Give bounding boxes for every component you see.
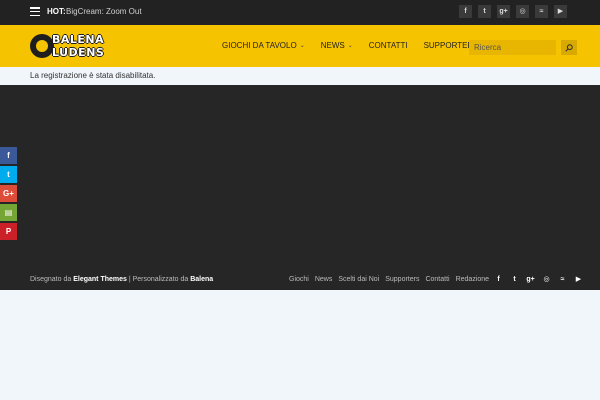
main-dark-area [0, 85, 600, 290]
search-button[interactable] [561, 40, 577, 55]
footer-link-giochi[interactable]: Giochi [289, 276, 309, 283]
logo-line-2: LUDENS [52, 46, 105, 59]
nav-item-label: CONTATTI [368, 41, 408, 50]
registration-disabled-message: La registrazione è stata disabilitata. [30, 71, 156, 80]
twitter-icon[interactable]: t [510, 275, 519, 284]
footer-link-news[interactable]: News [315, 276, 333, 283]
instagram-icon[interactable]: ◎ [542, 275, 551, 284]
main-nav: GIOCHI DA TAVOLO ⌄ NEWS ⌄ CONTATTI SUPPO… [222, 41, 495, 50]
footer-credit: Disegnato da Elegant Themes | Personaliz… [30, 276, 213, 283]
logo-icon [30, 34, 54, 58]
footer-link-supporters[interactable]: Supporters [385, 276, 419, 283]
facebook-icon[interactable]: f [0, 147, 17, 164]
nav-item-label: NEWS [320, 41, 345, 50]
nav-item-giochi-da-tavolo[interactable]: GIOCHI DA TAVOLO ⌄ [222, 41, 305, 50]
google-plus-icon[interactable]: G+ [0, 185, 17, 202]
footer-social-icons: f t g+ ◎ ≈ ▶ [494, 275, 583, 284]
rss-icon[interactable]: ≈ [535, 5, 548, 18]
footer-links: Giochi News Scelti dai Noi Supporters Co… [289, 276, 489, 283]
nav-item-news[interactable]: NEWS ⌄ [321, 41, 353, 50]
credit-prefix: Disegnato da [30, 276, 72, 283]
credit-brand-link[interactable]: Elegant Themes [73, 276, 127, 283]
hot-news-link[interactable]: BigCream: Zoom Out [66, 7, 142, 16]
site-logo[interactable]: BALENA LUDENS [30, 32, 123, 60]
search-icon [565, 43, 573, 52]
chevron-down-icon: ⌄ [299, 43, 305, 49]
footer-link-scelti-dai-noi[interactable]: Scelti dai Noi [338, 276, 379, 283]
top-bar: HOT: BigCream: Zoom Out f t g+ ◎ ≈ ▶ [0, 0, 600, 25]
twitter-icon[interactable]: t [0, 166, 17, 183]
instagram-icon[interactable]: ◎ [516, 5, 529, 18]
google-plus-icon[interactable]: g+ [497, 5, 510, 18]
notice-bar: La registrazione è stata disabilitata. [0, 67, 600, 85]
footer-link-contatti[interactable]: Contatti [425, 276, 449, 283]
google-plus-icon[interactable]: g+ [526, 275, 535, 284]
pinterest-icon[interactable]: P [0, 223, 17, 240]
logo-line-1: BALENA [52, 33, 105, 46]
chevron-down-icon: ⌄ [347, 43, 353, 49]
menu-icon[interactable] [30, 7, 40, 17]
nav-item-contatti[interactable]: CONTATTI [369, 41, 408, 50]
top-social-icons: f t g+ ◎ ≈ ▶ [459, 5, 567, 18]
youtube-icon[interactable]: ▶ [574, 275, 583, 284]
hot-label: HOT: [47, 7, 66, 16]
share-rail: f t G+ ▤ P [0, 147, 17, 242]
print-icon[interactable]: ▤ [0, 204, 17, 221]
rss-icon[interactable]: ≈ [558, 275, 567, 284]
youtube-icon[interactable]: ▶ [554, 5, 567, 18]
credit-author-link[interactable]: Balena [190, 276, 213, 283]
credit-mid: | Personalizzato da [128, 276, 189, 283]
facebook-icon[interactable]: f [459, 5, 472, 18]
nav-item-label: GIOCHI DA TAVOLO [222, 41, 297, 50]
facebook-icon[interactable]: f [494, 275, 503, 284]
footer-link-redazione[interactable]: Redazione [456, 276, 489, 283]
search-input[interactable] [469, 40, 556, 55]
twitter-icon[interactable]: t [478, 5, 491, 18]
